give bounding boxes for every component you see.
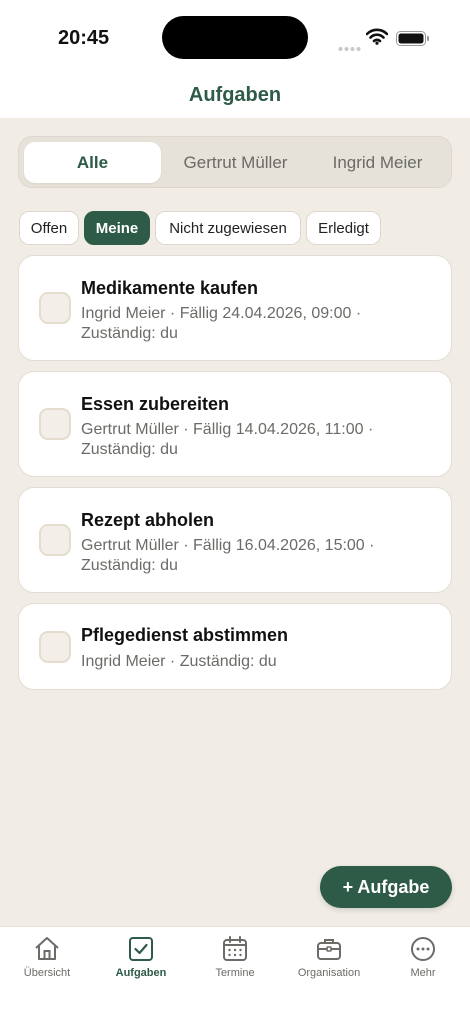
wifi-icon	[365, 28, 389, 50]
signal-icon	[338, 39, 362, 57]
tab-label: Übersicht	[23, 967, 71, 979]
task-meta-line1: Ingrid Meier · Zuständig: du	[81, 653, 277, 670]
more-icon	[409, 935, 437, 963]
task-checkbox[interactable]	[39, 408, 71, 440]
tab-termine[interactable]: Termine	[188, 935, 282, 991]
task-checkbox[interactable]	[39, 631, 71, 663]
task-checkbox[interactable]	[39, 524, 71, 556]
tab-label: Organisation	[297, 967, 361, 979]
filter-chip-meine[interactable]: Meine	[84, 211, 150, 245]
segment-alle[interactable]: Alle	[24, 142, 161, 183]
segment-gertrut-mueller[interactable]: Gertrut Müller	[167, 142, 304, 183]
task-card[interactable]: Essen zubereiten Gertrut Müller · Fällig…	[18, 371, 452, 477]
filter-chip-offen[interactable]: Offen	[19, 211, 79, 245]
task-card[interactable]: Medikamente kaufen Ingrid Meier · Fällig…	[18, 255, 452, 361]
task-title: Rezept abholen	[81, 510, 215, 530]
tab-label: Mehr	[410, 967, 436, 979]
task-meta-line2: Zuständig: du	[81, 325, 178, 342]
filter-chip-erledigt[interactable]: Erledigt	[306, 211, 381, 245]
task-title: Medikamente kaufen	[81, 278, 259, 298]
add-task-button[interactable]: + Aufgabe	[320, 866, 452, 908]
task-meta-line1: Gertrut Müller · Fällig 14.04.2026, 11:0…	[81, 421, 374, 438]
person-segmented-control: Alle Gertrut Müller Ingrid Meier	[18, 136, 452, 188]
tab-uebersicht[interactable]: Übersicht	[0, 935, 94, 991]
task-meta-line1: Gertrut Müller · Fällig 16.04.2026, 15:0…	[81, 537, 375, 554]
task-meta-line2: Zuständig: du	[81, 441, 178, 458]
filter-chip-nicht-zugewiesen[interactable]: Nicht zugewiesen	[155, 211, 301, 245]
task-card[interactable]: Pflegedienst abstimmen Ingrid Meier · Zu…	[18, 603, 452, 690]
tab-label: Termine	[215, 967, 255, 979]
task-meta-line1: Ingrid Meier · Fällig 24.04.2026, 09:00 …	[81, 305, 362, 322]
page-title: Aufgaben	[188, 84, 282, 106]
tab-bar: Übersicht Aufgaben Termine Organisation …	[0, 926, 470, 1024]
top-bar: 20:45 Aufgaben	[0, 0, 470, 118]
checkbox-icon	[127, 935, 155, 963]
status-time: 20:45	[58, 27, 110, 49]
task-meta-line2: Zuständig: du	[81, 557, 178, 574]
calendar-icon	[221, 935, 249, 963]
task-card[interactable]: Rezept abholen Gertrut Müller · Fällig 1…	[18, 487, 452, 593]
tab-aufgaben[interactable]: Aufgaben	[94, 935, 188, 991]
home-icon	[33, 935, 61, 963]
dynamic-island	[162, 16, 308, 59]
tab-mehr[interactable]: Mehr	[376, 935, 470, 991]
tab-organisation[interactable]: Organisation	[282, 935, 376, 991]
briefcase-icon	[315, 935, 343, 963]
task-title: Pflegedienst abstimmen	[81, 625, 289, 645]
battery-icon	[396, 31, 430, 51]
task-title: Essen zubereiten	[81, 394, 230, 414]
task-checkbox[interactable]	[39, 292, 71, 324]
tab-label: Aufgaben	[115, 967, 167, 979]
segment-ingrid-meier[interactable]: Ingrid Meier	[309, 142, 446, 183]
